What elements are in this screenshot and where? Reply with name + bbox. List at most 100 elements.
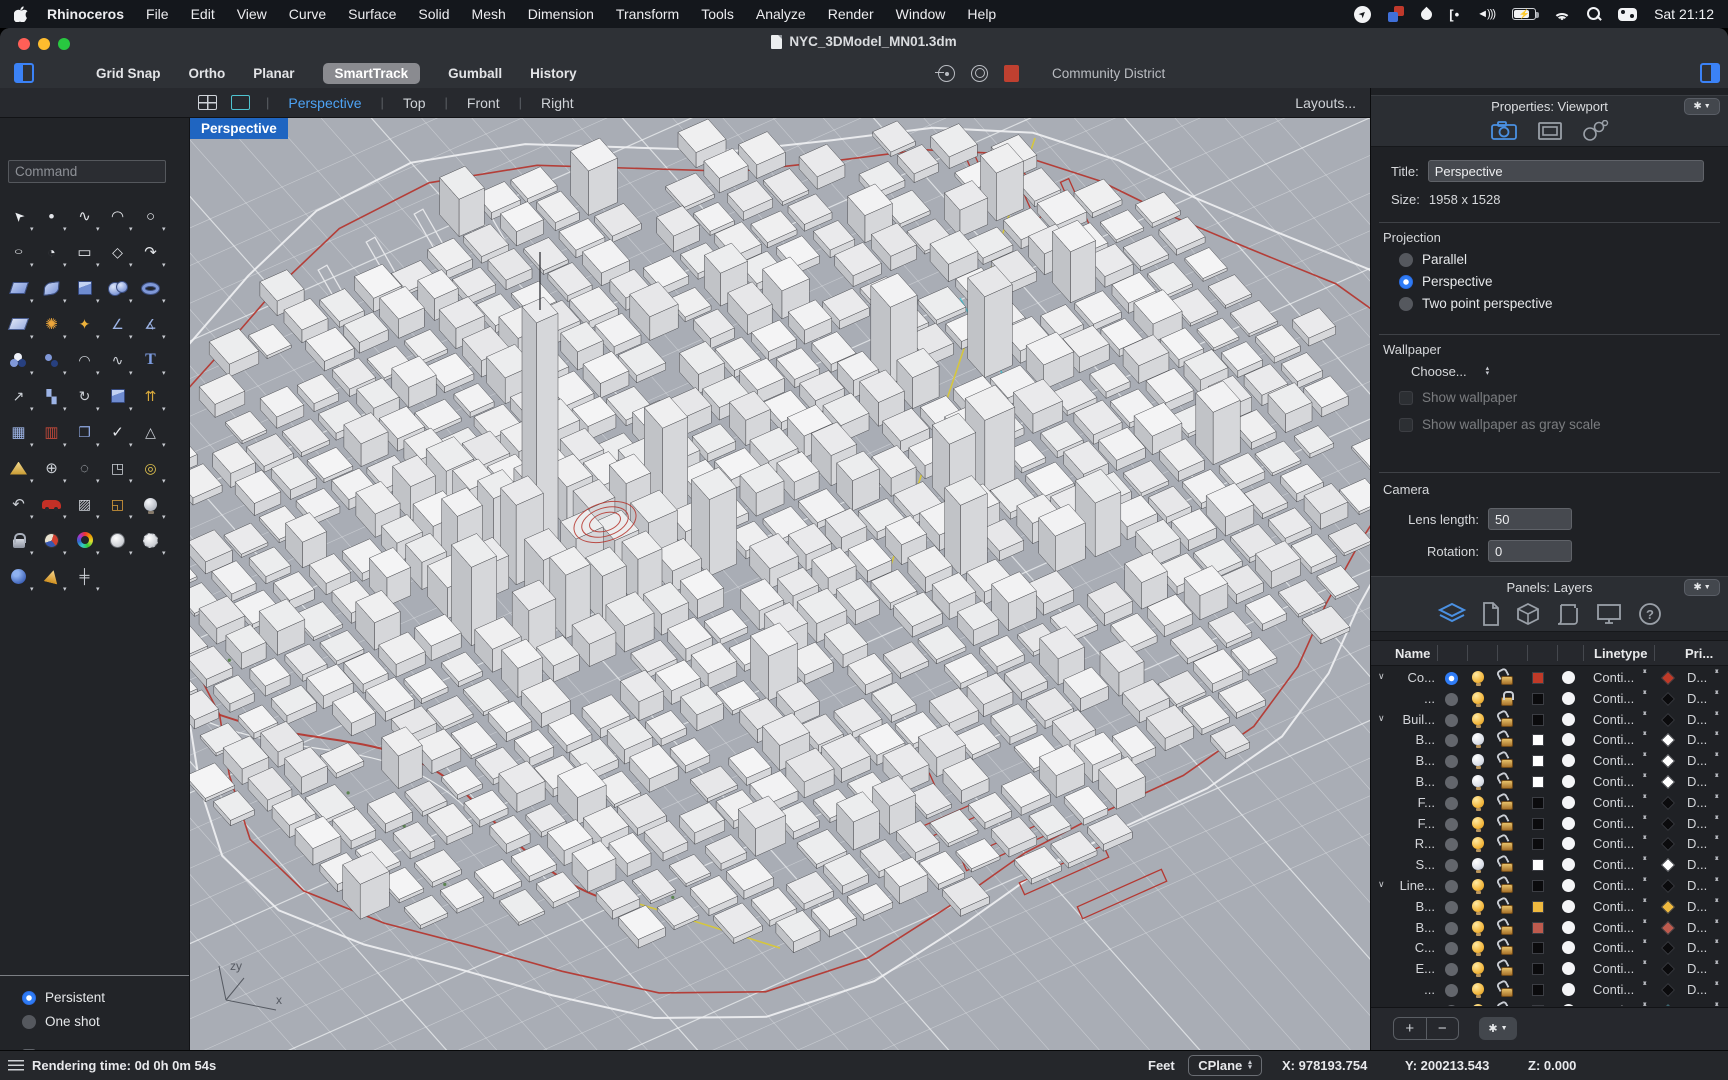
layer-material-icon[interactable]: [1562, 983, 1575, 996]
wire-sphere-tool-icon[interactable]: [136, 524, 166, 556]
add-layer-button[interactable]: +: [1394, 1018, 1427, 1039]
perspective-viewport[interactable]: Perspective zy x: [190, 118, 1370, 1050]
layer-color-swatch[interactable]: [1532, 693, 1544, 705]
select-tool-icon[interactable]: ➤: [4, 200, 34, 232]
current-layer-radio[interactable]: [1445, 942, 1458, 955]
chamfer-tool-icon[interactable]: ∠: [103, 308, 133, 340]
viewport-camera-icon[interactable]: [1490, 120, 1520, 142]
layer-lock-icon[interactable]: [1501, 863, 1513, 872]
apple-menu-icon[interactable]: [14, 6, 29, 23]
shortcuts-icon[interactable]: [•: [1449, 7, 1460, 22]
layer-color-swatch[interactable]: [1532, 734, 1544, 746]
boolean-tool-icon[interactable]: △: [136, 416, 166, 448]
display-screen-icon[interactable]: [1595, 601, 1623, 627]
arc-tool-icon[interactable]: ◠: [103, 200, 133, 232]
spotlight-icon[interactable]: [1587, 7, 1601, 21]
menu-solid[interactable]: Solid: [418, 6, 449, 22]
color-wheel-tool-icon[interactable]: [70, 524, 100, 556]
menu-edit[interactable]: Edit: [191, 6, 215, 22]
layer-material-icon[interactable]: [1562, 879, 1575, 892]
fillet-tool-icon[interactable]: ✦: [70, 308, 100, 340]
wifi-icon[interactable]: [1553, 8, 1570, 21]
toggle-smarttrack[interactable]: SmartTrack: [323, 63, 421, 84]
left-panel-toggle-icon[interactable]: [14, 63, 34, 83]
layer-material-icon[interactable]: [1562, 900, 1575, 913]
viewport-title-input[interactable]: [1428, 160, 1704, 182]
layer-lock-icon[interactable]: [1501, 738, 1513, 747]
layer-color-swatch[interactable]: [1532, 672, 1544, 684]
arc-start-end-tool-icon[interactable]: ◔: [37, 236, 67, 268]
zoom-window-tool-icon[interactable]: ◌: [70, 452, 100, 484]
layer-color-swatch[interactable]: [1532, 818, 1544, 830]
rectangle-tool-icon[interactable]: ▭: [70, 236, 100, 268]
layer-color-swatch[interactable]: [1532, 859, 1544, 871]
checkbox-show-wallpaper[interactable]: [1399, 391, 1413, 405]
layer-name[interactable]: ...: [1379, 1003, 1435, 1006]
toggle-ortho[interactable]: Ortho: [189, 66, 226, 81]
print-color-diamond[interactable]: [1661, 796, 1675, 810]
hide-tool-icon[interactable]: [4, 452, 34, 484]
print-color-diamond[interactable]: [1661, 921, 1675, 935]
layer-color-swatch[interactable]: [1532, 942, 1544, 954]
app-menu-rhinoceros[interactable]: Rhinoceros: [47, 6, 124, 22]
layer-print-width[interactable]: D...: [1687, 940, 1707, 955]
print-color-diamond[interactable]: [1661, 671, 1675, 685]
extrude-tool-icon[interactable]: ⇈: [136, 380, 166, 412]
layer-visibility-bulb-icon[interactable]: [1472, 900, 1484, 912]
layer-visibility-bulb-icon[interactable]: [1472, 837, 1484, 849]
layer-lock-icon[interactable]: [1501, 822, 1513, 831]
current-layer-radio[interactable]: [1445, 880, 1458, 893]
layer-visibility-bulb-icon[interactable]: [1472, 796, 1484, 808]
layer-lock-icon[interactable]: [1501, 718, 1513, 727]
print-color-diamond[interactable]: [1661, 837, 1675, 851]
display-mode-icon[interactable]: [1537, 120, 1563, 142]
layer-color-swatch[interactable]: [1532, 1005, 1544, 1006]
curved-surface-tool-icon[interactable]: [37, 272, 67, 304]
layer-name[interactable]: ...: [1379, 982, 1435, 997]
layer-material-icon[interactable]: [1562, 754, 1575, 767]
layer-linetype[interactable]: Conti...: [1593, 982, 1634, 997]
layer-linetype[interactable]: Conti...: [1593, 899, 1634, 914]
drop-icon[interactable]: [1419, 6, 1435, 22]
target-icon[interactable]: [971, 65, 988, 82]
layer-material-icon[interactable]: [1562, 962, 1575, 975]
layer-material-icon[interactable]: [1562, 941, 1575, 954]
current-layer-radio[interactable]: [1445, 901, 1458, 914]
volume-icon[interactable]: ◄))): [1477, 8, 1495, 20]
viewport-tab-perspective[interactable]: Perspective: [269, 95, 380, 111]
current-layer-radio[interactable]: [1445, 672, 1458, 685]
layer-print-width[interactable]: D...: [1687, 753, 1707, 768]
plane-tool-icon[interactable]: [4, 308, 34, 340]
layer-linetype[interactable]: Conti...: [1593, 753, 1634, 768]
toggle-grid-snap[interactable]: Grid Snap: [96, 66, 161, 81]
layer-lock-icon[interactable]: [1501, 967, 1513, 976]
menu-view[interactable]: View: [237, 6, 267, 22]
column-print[interactable]: Pri...: [1685, 646, 1713, 661]
blue-sphere-tool-icon[interactable]: [4, 560, 34, 592]
gumball-tool-icon[interactable]: [103, 380, 133, 412]
menu-tools[interactable]: Tools: [701, 6, 734, 22]
layer-lock-icon[interactable]: [1501, 884, 1513, 893]
layer-material-icon[interactable]: [1562, 837, 1575, 850]
layer-name[interactable]: E...: [1379, 961, 1435, 976]
layer-material-icon[interactable]: [1562, 796, 1575, 809]
current-layer-radio[interactable]: [1445, 755, 1458, 768]
print-color-diamond[interactable]: [1661, 962, 1675, 976]
layer-print-width[interactable]: D...: [1687, 774, 1707, 789]
copy-tool-icon[interactable]: ▚: [37, 380, 67, 412]
rotate-tool-icon[interactable]: ↻: [70, 380, 100, 412]
layer-name[interactable]: S...: [1379, 857, 1435, 872]
toggle-planar[interactable]: Planar: [253, 66, 294, 81]
layer-material-icon[interactable]: [1562, 1004, 1575, 1006]
layer-print-width[interactable]: D...: [1687, 732, 1707, 747]
flow-tool-icon[interactable]: ❐: [70, 416, 100, 448]
command-input[interactable]: [8, 160, 166, 183]
layer-linetype[interactable]: Conti...: [1593, 732, 1634, 747]
cone-tool-icon[interactable]: [37, 560, 67, 592]
radio-perspective[interactable]: [1399, 275, 1413, 289]
layer-visibility-bulb-icon[interactable]: [1472, 817, 1484, 829]
radio-two-point-perspective[interactable]: [1399, 297, 1413, 311]
helix-tool-icon[interactable]: ↷: [136, 236, 166, 268]
layer-print-width[interactable]: D...: [1687, 712, 1707, 727]
cplane-tool-icon[interactable]: ▨: [70, 488, 100, 520]
